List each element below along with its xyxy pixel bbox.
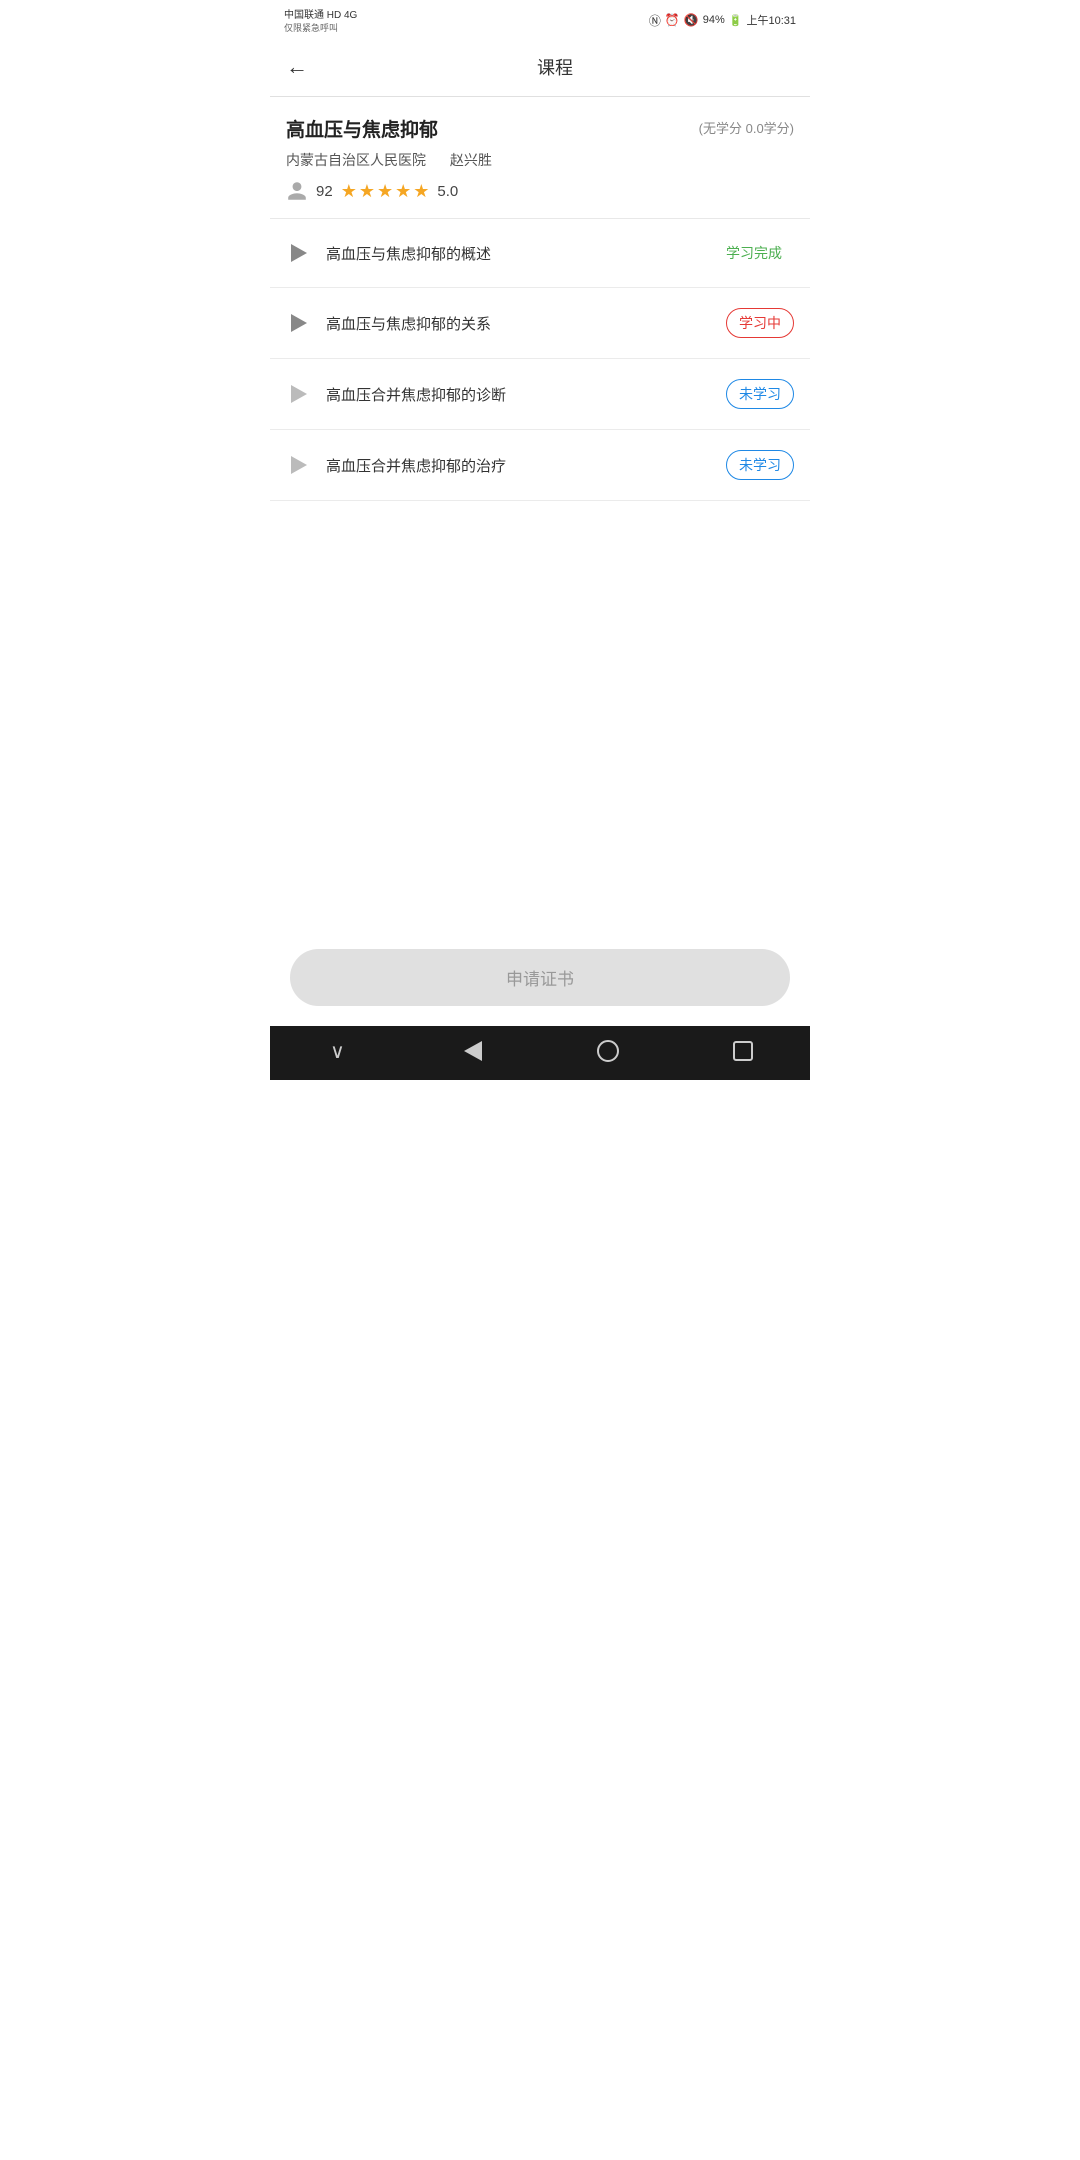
- course-hospital-row: 内蒙古自治区人民医院 赵兴胜: [286, 150, 794, 170]
- play-icon: [286, 240, 312, 266]
- play-triangle-icon: [291, 244, 307, 262]
- rating-number: 5.0: [437, 183, 458, 200]
- stars: ★ ★ ★ ★ ★: [341, 181, 430, 202]
- lesson-title: 高血压合并焦虑抑郁的治疗: [326, 455, 726, 476]
- course-title-row: 高血压与焦虑抑郁 (无学分 0.0学分): [286, 115, 794, 142]
- course-rating: 92 ★ ★ ★ ★ ★ 5.0: [286, 180, 794, 202]
- star-3: ★: [377, 181, 393, 202]
- play-icon: [286, 310, 312, 336]
- nav-back-button[interactable]: [453, 1036, 493, 1066]
- lesson-status-badge: 学习完成: [714, 239, 794, 267]
- status-carrier: 中国联通 HD 4G 仅限紧急呼叫: [284, 6, 357, 34]
- navigation-bar: ∨: [270, 1026, 810, 1080]
- play-icon: [286, 452, 312, 478]
- battery-text: 94%: [703, 14, 725, 26]
- nav-recents-button[interactable]: [723, 1036, 763, 1066]
- recents-square-icon: [733, 1041, 753, 1061]
- carrier-text: 中国联通 HD 4G: [284, 6, 357, 21]
- lesson-item[interactable]: 高血压合并焦虑抑郁的治疗未学习: [270, 430, 810, 501]
- play-triangle-icon: [291, 385, 307, 403]
- header: ← 课程: [270, 38, 810, 97]
- nfc-icon: Ⓝ: [649, 12, 661, 29]
- page-title: 课程: [316, 54, 794, 80]
- time-text: 上午10:31: [746, 12, 796, 28]
- course-info: 高血压与焦虑抑郁 (无学分 0.0学分) 内蒙古自治区人民医院 赵兴胜 92 ★…: [270, 97, 810, 219]
- chevron-down-icon: ∨: [330, 1039, 345, 1064]
- lesson-status-badge: 学习中: [726, 308, 794, 338]
- battery-icon: 🔋: [729, 14, 743, 27]
- nav-down-button[interactable]: ∨: [318, 1036, 358, 1066]
- star-4: ★: [395, 181, 411, 202]
- emergency-text: 仅限紧急呼叫: [284, 21, 357, 34]
- course-credit: (无学分 0.0学分): [699, 118, 794, 137]
- play-icon: [286, 381, 312, 407]
- lesson-title: 高血压与焦虑抑郁的概述: [326, 243, 714, 264]
- status-bar: 中国联通 HD 4G 仅限紧急呼叫 Ⓝ ⏰ 🔇 94% 🔋 上午10:31: [270, 0, 810, 38]
- student-count: 92: [316, 183, 333, 200]
- play-triangle-icon: [291, 456, 307, 474]
- lesson-item[interactable]: 高血压与焦虑抑郁的关系学习中: [270, 288, 810, 359]
- lesson-list: 高血压与焦虑抑郁的概述学习完成高血压与焦虑抑郁的关系学习中高血压合并焦虑抑郁的诊…: [270, 219, 810, 717]
- lesson-status-badge: 未学习: [726, 379, 794, 409]
- status-right: Ⓝ ⏰ 🔇 94% 🔋 上午10:31: [649, 12, 796, 29]
- apply-btn-wrap: 申请证书: [270, 933, 810, 1026]
- doctor-name: 赵兴胜: [450, 152, 492, 168]
- nav-home-button[interactable]: [588, 1036, 628, 1066]
- lesson-title: 高血压合并焦虑抑郁的诊断: [326, 384, 726, 405]
- back-triangle-icon: [464, 1041, 482, 1061]
- lesson-title: 高血压与焦虑抑郁的关系: [326, 313, 726, 334]
- hospital-name: 内蒙古自治区人民医院: [286, 152, 426, 168]
- lesson-status-badge: 未学习: [726, 450, 794, 480]
- star-1: ★: [341, 181, 357, 202]
- apply-certificate-button[interactable]: 申请证书: [290, 949, 790, 1006]
- alarm-icon: ⏰: [665, 13, 680, 27]
- students-icon: [286, 180, 308, 202]
- star-5: ★: [413, 181, 429, 202]
- lesson-item[interactable]: 高血压合并焦虑抑郁的诊断未学习: [270, 359, 810, 430]
- mute-icon: 🔇: [684, 13, 699, 27]
- course-title: 高血压与焦虑抑郁: [286, 115, 438, 142]
- home-circle-icon: [597, 1040, 619, 1062]
- play-triangle-icon: [291, 314, 307, 332]
- back-button[interactable]: ←: [286, 50, 316, 84]
- star-2: ★: [359, 181, 375, 202]
- lesson-item[interactable]: 高血压与焦虑抑郁的概述学习完成: [270, 219, 810, 288]
